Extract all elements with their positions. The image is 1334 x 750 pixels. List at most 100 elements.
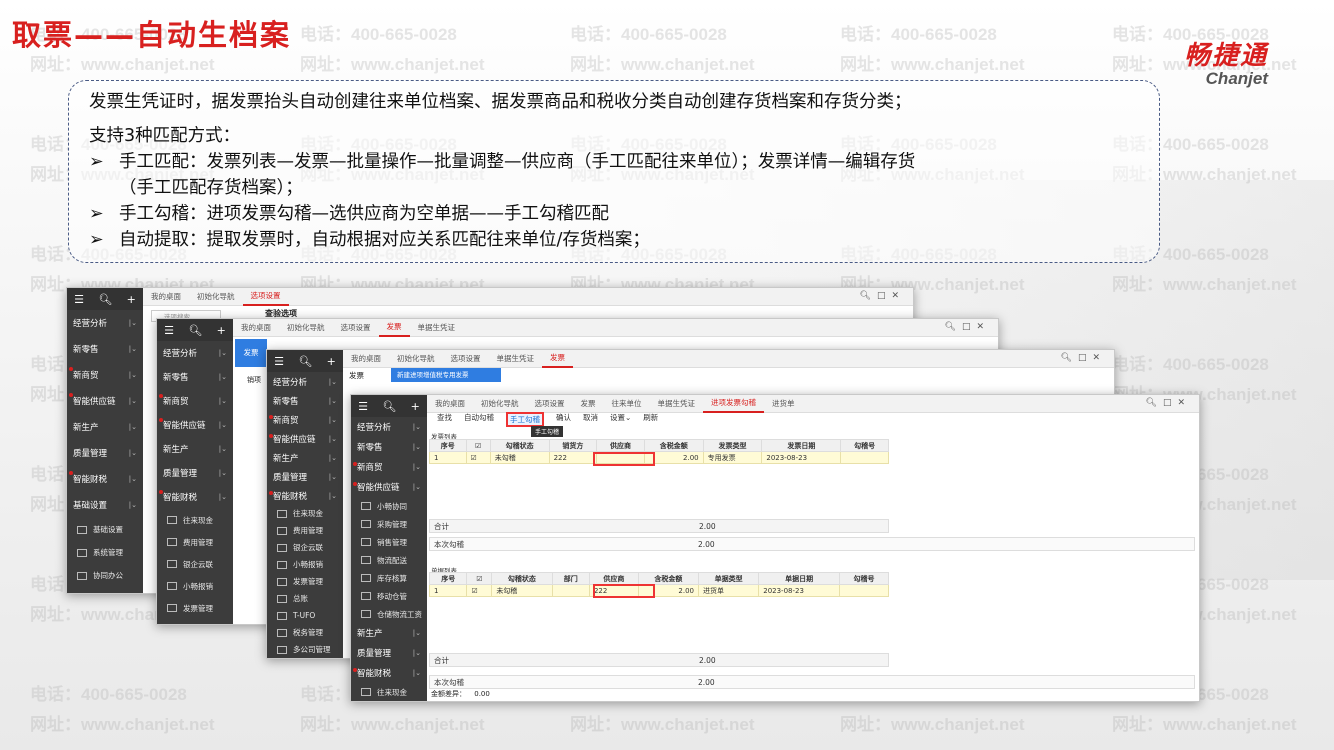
w2-sidebar-item-1[interactable]: 新零售 |⌄ (157, 365, 233, 389)
sidebar-sub-item[interactable]: 费用管理 (157, 531, 233, 553)
search-icon[interactable]: 🔍︎ (98, 293, 112, 306)
tab-item[interactable]: 选项设置 (527, 398, 573, 409)
column-header[interactable]: 含税金额 (637, 572, 700, 585)
add-icon[interactable]: + (217, 324, 226, 337)
w3-sidebar-item-6[interactable]: 智能财税 |⌄ (267, 486, 343, 505)
window-controls[interactable]: 🔍︎□✕ (860, 291, 905, 301)
w1-sidebar-item-6[interactable]: 智能财税 |⌄ (67, 466, 143, 492)
w3-sidebar-item-1[interactable]: 新零售 |⌄ (267, 391, 343, 410)
column-header[interactable]: 发票类型 (702, 439, 763, 452)
sidebar-sub-item[interactable]: 移动仓管 (351, 587, 427, 605)
w1-sidebar-item-3[interactable]: 智能供应链 |⌄ (67, 388, 143, 414)
w2-sidebar-item-2[interactable]: 新商贸 |⌄ (157, 389, 233, 413)
add-icon[interactable]: + (327, 355, 336, 368)
column-header[interactable]: 含税金额 (643, 439, 704, 452)
sidebar-sub-item[interactable]: 采购管理 (351, 515, 427, 533)
column-header[interactable]: 供应商 (596, 439, 645, 452)
column-header[interactable]: ☑ (465, 439, 491, 452)
sidebar-sub-item[interactable]: 税务管理 (267, 624, 343, 641)
window-controls[interactable]: 🔍︎□✕ (1061, 353, 1106, 363)
toolbar-button[interactable]: 确认 (556, 412, 571, 427)
tab-item[interactable]: 初始化导航 (279, 322, 333, 333)
tab-item[interactable]: 初始化导航 (473, 398, 527, 409)
sidebar-sub-item[interactable]: 总账 (267, 590, 343, 607)
tab-item[interactable]: 单据生凭证 (410, 322, 464, 333)
tab-init-nav[interactable]: 初始化导航 (189, 291, 243, 302)
sidebar-sub-item[interactable]: 发票管理 (157, 597, 233, 619)
sidebar-sub-item[interactable]: 往来现金 (351, 683, 427, 701)
tab-options[interactable]: 选项设置 (242, 288, 289, 306)
w4-sidebar-item-1[interactable]: 新零售 |⌄ (351, 437, 427, 457)
column-header[interactable]: 供应商 (588, 572, 639, 585)
tab-item[interactable]: 进项发票勾稽 (703, 395, 764, 413)
inner-label-sales[interactable]: 销项 (247, 375, 261, 385)
toolbar-button[interactable]: 自动勾稽 (464, 412, 494, 427)
sidebar-sub-item[interactable]: 往来现金 (267, 505, 343, 522)
w4-sidebar2-item-0[interactable]: 新生产 |⌄ (351, 623, 427, 643)
tab-desktop[interactable]: 我的桌面 (143, 291, 189, 302)
column-header[interactable]: 单据日期 (758, 572, 841, 585)
tab-item[interactable]: 单据生凭证 (489, 353, 543, 364)
column-header[interactable]: 销货方 (548, 439, 598, 452)
tab-item[interactable]: 发票 (573, 398, 604, 409)
toolbar-button[interactable]: 手工勾稽 (506, 412, 544, 427)
sidebar-sub-item[interactable]: 库存核算 (351, 569, 427, 587)
w1-sidebar-item-2[interactable]: 新商贸 |⌄ (67, 362, 143, 388)
w3-sidebar-item-2[interactable]: 新商贸 |⌄ (267, 410, 343, 429)
w2-sidebar-item-5[interactable]: 质量管理 |⌄ (157, 461, 233, 485)
menu-icon[interactable]: ☰ (74, 293, 84, 306)
sidebar-sub-item[interactable]: 小畅报销 (157, 575, 233, 597)
w3-sidebar-item-0[interactable]: 经营分析 |⌄ (267, 372, 343, 391)
sidebar-sub-item[interactable]: 小畅报销 (267, 556, 343, 573)
toolbar-button[interactable]: 查找 (437, 412, 452, 427)
w1-sidebar-item-1[interactable]: 新零售 |⌄ (67, 336, 143, 362)
table-row[interactable]: 1 ☑ 未勾稽 222 2.00 专用发票 2023-08-23 (429, 451, 889, 464)
w4-sidebar-item-2[interactable]: 新商贸 |⌄ (351, 457, 427, 477)
w2-sidebar-item-6[interactable]: 智能财税 |⌄ (157, 485, 233, 509)
banner-new-invoice[interactable]: 新建进项增值税专用发票 (391, 368, 501, 382)
w2-sidebar-item-0[interactable]: 经营分析 |⌄ (157, 341, 233, 365)
w1-sidebar-item-4[interactable]: 新生产 |⌄ (67, 414, 143, 440)
column-header[interactable]: 勾稽状态 (491, 572, 553, 585)
tab-item[interactable]: 我的桌面 (427, 398, 473, 409)
sidebar-sub-item[interactable]: 发票管理 (267, 573, 343, 590)
table-row[interactable]: 1 ☑ 未勾稽 222 2.00 进货单 2023-08-23 (428, 584, 889, 597)
w3-sidebar-item-3[interactable]: 智能供应链 |⌄ (267, 429, 343, 448)
tab-item[interactable]: 单据生凭证 (650, 398, 704, 409)
sidebar-sub-item[interactable]: 仓储物流工资 (351, 605, 427, 623)
sidebar-sub-item[interactable]: 合并报表 (267, 658, 343, 659)
column-header[interactable]: 序号 (429, 439, 467, 452)
sidebar-sub-item[interactable]: 费用管理 (267, 522, 343, 539)
left-tab-invoice[interactable]: 发票 (235, 339, 267, 367)
toolbar-button[interactable]: 设置⌄ (610, 412, 631, 427)
add-icon[interactable]: + (411, 400, 420, 413)
tab-item[interactable]: 发票 (542, 350, 573, 368)
add-icon[interactable]: + (127, 293, 136, 306)
w4-sidebar2-item-1[interactable]: 质量管理 |⌄ (351, 643, 427, 663)
sidebar-sub-item[interactable]: 销售管理 (351, 533, 427, 551)
w2-sidebar-item-3[interactable]: 智能供应链 |⌄ (157, 413, 233, 437)
sidebar-sub-item[interactable]: 系统管理 (67, 541, 143, 564)
column-header[interactable]: 序号 (428, 572, 468, 585)
sidebar-sub-item[interactable]: 银企云联 (157, 553, 233, 575)
w3-sidebar-item-4[interactable]: 新生产 |⌄ (267, 448, 343, 467)
w1-sidebar-item-7[interactable]: 基础设置 |⌄ (67, 492, 143, 518)
w4-sidebar-item-3[interactable]: 智能供应链 |⌄ (351, 477, 427, 497)
sidebar-sub-item[interactable]: T-UFO (267, 607, 343, 624)
search-icon[interactable]: 🔍︎ (298, 355, 312, 368)
window-controls[interactable]: 🔍︎□✕ (945, 322, 990, 332)
menu-icon[interactable]: ☰ (164, 324, 174, 337)
sidebar-sub-item[interactable]: 多公司管理 (267, 641, 343, 658)
toolbar-button[interactable]: 取消 (583, 412, 598, 427)
search-icon[interactable]: 🔍︎ (382, 400, 396, 413)
toolbar-button[interactable]: 刷新 (643, 412, 658, 427)
sidebar-sub-item[interactable]: 银企云联 (267, 539, 343, 556)
w4-sidebar-item-0[interactable]: 经营分析 |⌄ (351, 417, 427, 437)
w2-sidebar-item-4[interactable]: 新生产 |⌄ (157, 437, 233, 461)
sidebar-sub-item[interactable]: 物流配送 (351, 551, 427, 569)
left-tab-invoice[interactable]: 发票 (349, 370, 364, 381)
tab-item[interactable]: 初始化导航 (389, 353, 443, 364)
tab-item[interactable]: 发票 (378, 319, 410, 337)
column-header[interactable]: 勾稽状态 (489, 439, 550, 452)
column-header[interactable]: 部门 (551, 572, 590, 585)
